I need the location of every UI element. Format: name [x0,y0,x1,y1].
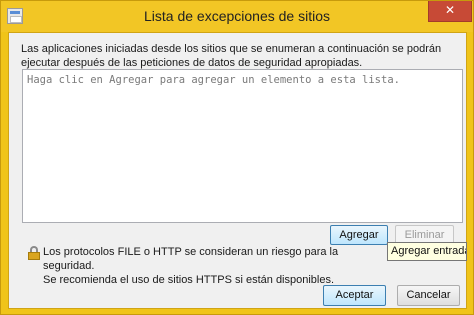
exception-site-list[interactable]: Haga clic en Agregar para agregar un ele… [22,69,463,223]
description-text: Las aplicaciones iniciadas desde los sit… [21,43,442,69]
lock-icon [28,246,40,260]
close-button[interactable]: ✕ [428,1,472,22]
add-button[interactable]: Agregar [330,225,388,245]
window-title: Lista de excepciones de sitios [144,8,330,24]
dialog-body: Las aplicaciones iniciadas desde los sit… [8,32,467,309]
security-warning: Los protocolos FILE o HTTP se consideran… [43,245,373,287]
ok-button[interactable]: Aceptar [323,285,386,306]
warning-line-1: Los protocolos FILE o HTTP se consideran… [43,246,339,272]
add-tooltip: Agregar entradas a [387,242,467,261]
close-icon: ✕ [444,3,456,17]
title-bar[interactable]: Lista de excepciones de sitios ✕ [1,1,473,32]
cancel-button[interactable]: Cancelar [397,285,460,306]
list-placeholder: Haga clic en Agregar para agregar un ele… [27,74,400,86]
window-frame: Lista de excepciones de sitios ✕ Las apl… [0,0,474,315]
